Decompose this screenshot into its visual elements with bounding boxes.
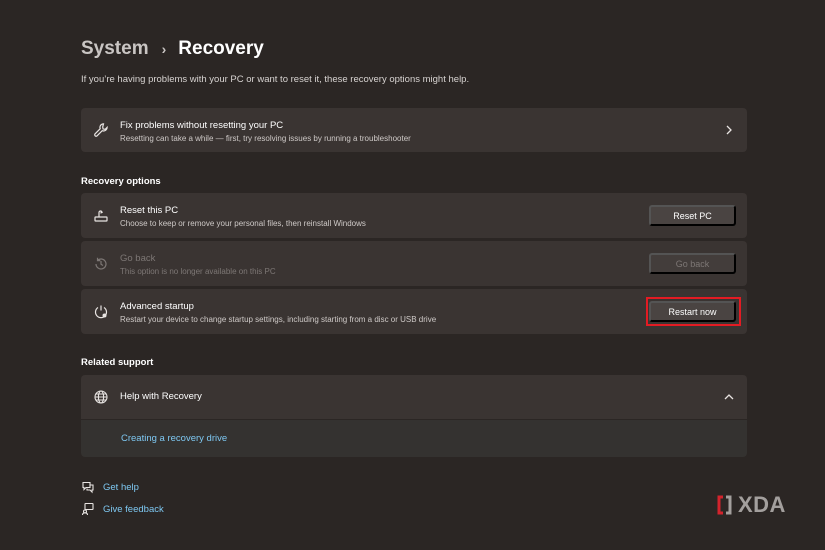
get-help-link[interactable]: Get help [103, 482, 139, 493]
reset-pc-title: Reset this PC [120, 205, 179, 216]
reset-pc-card: Reset this PC Choose to keep or remove y… [81, 193, 747, 238]
reset-pc-description: Choose to keep or remove your personal f… [120, 219, 366, 228]
globe-icon [92, 388, 110, 406]
breadcrumb-separator: › [161, 41, 167, 57]
get-help-row[interactable]: Get help [81, 480, 139, 494]
go-back-card: Go back This option is no longer availab… [81, 241, 747, 286]
recovery-options-heading: Recovery options [81, 176, 161, 187]
advanced-startup-title: Advanced startup [120, 301, 194, 312]
highlight-box [646, 297, 741, 326]
related-support-heading: Related support [81, 357, 154, 368]
give-feedback-link[interactable]: Give feedback [103, 504, 164, 515]
reset-pc-icon [92, 207, 110, 225]
help-chat-icon [82, 481, 94, 494]
advanced-startup-description: Restart your device to change startup se… [120, 315, 437, 324]
feedback-icon [81, 502, 94, 516]
go-back-title: Go back [120, 253, 156, 264]
page-description: If you’re having problems with your PC o… [81, 74, 470, 85]
give-feedback-row[interactable]: Give feedback [81, 502, 164, 516]
help-with-recovery-card[interactable]: Help with Recovery [81, 375, 747, 419]
fix-problems-title: Fix problems without resetting your PC [120, 120, 284, 131]
go-back-button: Go back [649, 253, 736, 274]
go-back-description: This option is no longer available on th… [120, 267, 276, 276]
wrench-icon [92, 121, 110, 139]
xda-bracket-icon [717, 495, 732, 515]
chevron-up-icon[interactable] [723, 391, 735, 403]
page-title: Recovery [178, 38, 264, 59]
xda-logo: XDA [716, 492, 786, 518]
fix-problems-description: Resetting can take a while — first, try … [120, 134, 411, 143]
help-expanded-panel: Creating a recovery drive [81, 420, 747, 457]
recovery-drive-link[interactable]: Creating a recovery drive [121, 433, 227, 444]
advanced-startup-icon [92, 303, 110, 321]
chevron-right-icon [726, 125, 732, 135]
help-with-recovery-title: Help with Recovery [120, 391, 202, 402]
breadcrumb: System › Recovery [81, 38, 264, 60]
fix-problems-card[interactable]: Fix problems without resetting your PC R… [81, 108, 747, 152]
breadcrumb-system[interactable]: System [81, 38, 149, 60]
xda-logo-text: XDA [738, 492, 786, 517]
reset-pc-button[interactable]: Reset PC [649, 205, 736, 226]
history-icon [92, 255, 110, 273]
